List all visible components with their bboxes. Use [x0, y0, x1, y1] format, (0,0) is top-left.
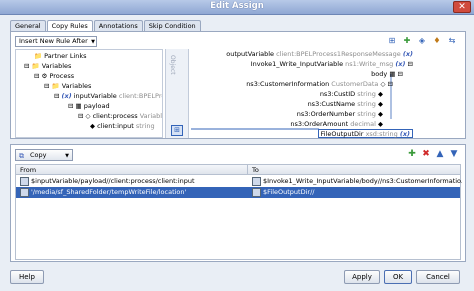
element-icon: ◆ [90, 122, 95, 130]
tree-item-cust-name[interactable]: ns3:CustName string ◆ [308, 100, 383, 109]
tree-item-invoke-input[interactable]: Invoke1_Write_InputVariable ns1:Write_ms… [251, 60, 413, 69]
rule-insert-select-value: Insert New Rule After [19, 37, 88, 45]
cancel-button[interactable]: Cancel [416, 270, 460, 284]
tree-item-client-input[interactable]: ◆ client:input string [90, 122, 155, 131]
copy-rule-icon [252, 176, 261, 186]
tab-bar: General Copy Rules Annotations Skip Cond… [10, 20, 202, 31]
title-bar: Edit Assign ✕ [0, 0, 474, 15]
message-part-icon: ▦ [389, 70, 396, 78]
process-icon: ⚙ [41, 72, 48, 80]
tree-item-process-variables[interactable]: ⊟ 📁 Variables [44, 82, 91, 91]
tab-annotations[interactable]: Annotations [93, 20, 143, 31]
expand-icon: ⊟ [397, 70, 403, 78]
help-button[interactable]: Help [10, 270, 44, 284]
xml-fragment-icon[interactable]: ◈ [417, 36, 427, 46]
copy-rule-icon [252, 187, 261, 197]
apply-button[interactable]: Apply [344, 270, 380, 284]
row-from: '/media/sf_SharedFolder/tempWriteFile/lo… [31, 188, 187, 196]
tree-item-cust-id[interactable]: ns3:CustID string ◆ [320, 90, 383, 99]
tab-skip-condition[interactable]: Skip Condition [143, 20, 201, 31]
copy-icon: ⧉ [19, 152, 24, 160]
window-title: Edit Assign [210, 1, 264, 11]
chevron-down-icon: ▼ [91, 39, 95, 45]
expand-icon: ⊟ [68, 102, 74, 110]
expand-icon: ⊟ [44, 82, 50, 90]
variable-icon: (x) [395, 60, 406, 68]
expression-icon[interactable]: ⊞ [171, 125, 183, 136]
table-row-selected[interactable]: '/media/sf_SharedFolder/tempWriteFile/lo… [16, 187, 460, 198]
move-up-icon[interactable]: ▲ [435, 149, 445, 159]
add-icon[interactable]: ✚ [402, 36, 412, 46]
variable-icon: (x) [61, 92, 72, 100]
ok-button[interactable]: OK [384, 270, 412, 284]
source-tree[interactable]: 📁 Partner Links ⊟ 📁 Variables ⊟ ⚙ Proces… [15, 49, 163, 138]
tree-item-order-amount[interactable]: ns3:OrderAmount decimal ◆ [290, 120, 383, 129]
copy-rules-list-panel: ⧉ Copy ▼ ✚ ✖ ▲ ▼ From To $inputVariable/… [10, 144, 466, 262]
expand-icon: ⊟ [54, 92, 60, 100]
element-icon: ◆ [378, 120, 383, 128]
expression-builder-icon[interactable]: ⊞ [387, 36, 397, 46]
tree-item-client-process[interactable]: ⊟ ◇ client:process Variable [78, 112, 162, 121]
element-icon: ◆ [378, 100, 383, 108]
toolbar-icons: ⊞ ✚ ◈ ♦ ⇆ [387, 36, 457, 46]
folder-icon: 📁 [51, 82, 60, 90]
tree-item-variables[interactable]: ⊟ 📁 Variables [24, 62, 71, 71]
add-rule-icon[interactable]: ✚ [407, 149, 417, 159]
folder-icon: 📁 [31, 62, 40, 70]
element-icon: ◆ [378, 90, 383, 98]
tree-item-output-variable[interactable]: outputVariable client:BPELProcess1Respon… [226, 50, 413, 59]
chevron-down-icon: ▼ [65, 153, 69, 159]
row-to: $Invoke1_Write_InputVariable/body//ns3:C… [263, 177, 462, 185]
tree-item-process[interactable]: ⊟ ⚙ Process [34, 72, 74, 81]
rule-actions: ✚ ✖ ▲ ▼ [407, 149, 459, 159]
table-row[interactable]: $inputVariable/payload//client:process/c… [16, 176, 462, 187]
close-icon[interactable]: ✕ [453, 1, 471, 13]
expand-icon: ⊟ [78, 112, 84, 120]
move-down-icon[interactable]: ▼ [449, 149, 459, 159]
element-icon: ◇ [380, 80, 386, 88]
table-header: From To [16, 165, 460, 175]
tree-item-order-number[interactable]: ns3:OrderNumber string ◆ [297, 110, 383, 119]
copy-rules-panel: Insert New Rule After ▼ 📁 Partner Links … [10, 31, 466, 139]
copy-rule-icon [20, 176, 29, 186]
column-header-from[interactable]: From [16, 165, 248, 175]
copy-rule-type-label: Copy [30, 151, 47, 159]
row-to: $FileOutputDir// [263, 188, 315, 196]
dialog-footer: Help Apply OK Cancel [0, 266, 474, 291]
tab-copy-rules[interactable]: Copy Rules [46, 20, 93, 31]
target-tree[interactable]: outputVariable client:BPELProcess1Respon… [191, 49, 463, 138]
tree-item-customer-information[interactable]: ns3:CustomerInformation CustomerData ◇ ⊟ [246, 80, 393, 89]
mapping-gutter: Object ⊞ [165, 49, 189, 138]
remove-icon[interactable]: ⇆ [447, 36, 457, 46]
expand-icon: ⊟ [24, 62, 30, 70]
tree-item-partner-links[interactable]: 📁 Partner Links [34, 52, 87, 61]
gutter-label: Object [169, 55, 176, 75]
tree-item-input-variable[interactable]: ⊟ (x) inputVariable client:BPELProc [54, 92, 162, 101]
literal-icon[interactable]: ♦ [432, 36, 442, 46]
variable-icon: (x) [402, 50, 413, 58]
delete-rule-icon[interactable]: ✖ [421, 149, 431, 159]
folder-icon: 📁 [34, 52, 43, 60]
expand-icon: ⊟ [407, 60, 413, 68]
expand-icon: ⊟ [34, 72, 40, 80]
expand-icon: ⊟ [387, 80, 393, 88]
variable-icon: (x) [399, 130, 410, 138]
column-header-to[interactable]: To [248, 165, 462, 175]
copy-rule-type-select[interactable]: ⧉ Copy ▼ [15, 149, 73, 161]
tree-item-payload[interactable]: ⊟ ▦ payload [68, 102, 110, 111]
tree-item-body[interactable]: body ▦ ⊟ [371, 70, 403, 79]
tree-item-file-output-dir[interactable]: FileOutputDir xsd:string (x) [317, 129, 413, 138]
rule-insert-select[interactable]: Insert New Rule After ▼ [15, 36, 97, 47]
tab-general[interactable]: General [10, 20, 46, 31]
element-icon: ◆ [378, 110, 383, 118]
message-part-icon: ▦ [75, 102, 82, 110]
copy-rule-icon [20, 187, 29, 197]
row-from: $inputVariable/payload//client:process/c… [31, 177, 195, 185]
copy-rules-table[interactable]: From To $inputVariable/payload//client:p… [15, 164, 462, 260]
element-icon: ◇ [85, 112, 91, 120]
